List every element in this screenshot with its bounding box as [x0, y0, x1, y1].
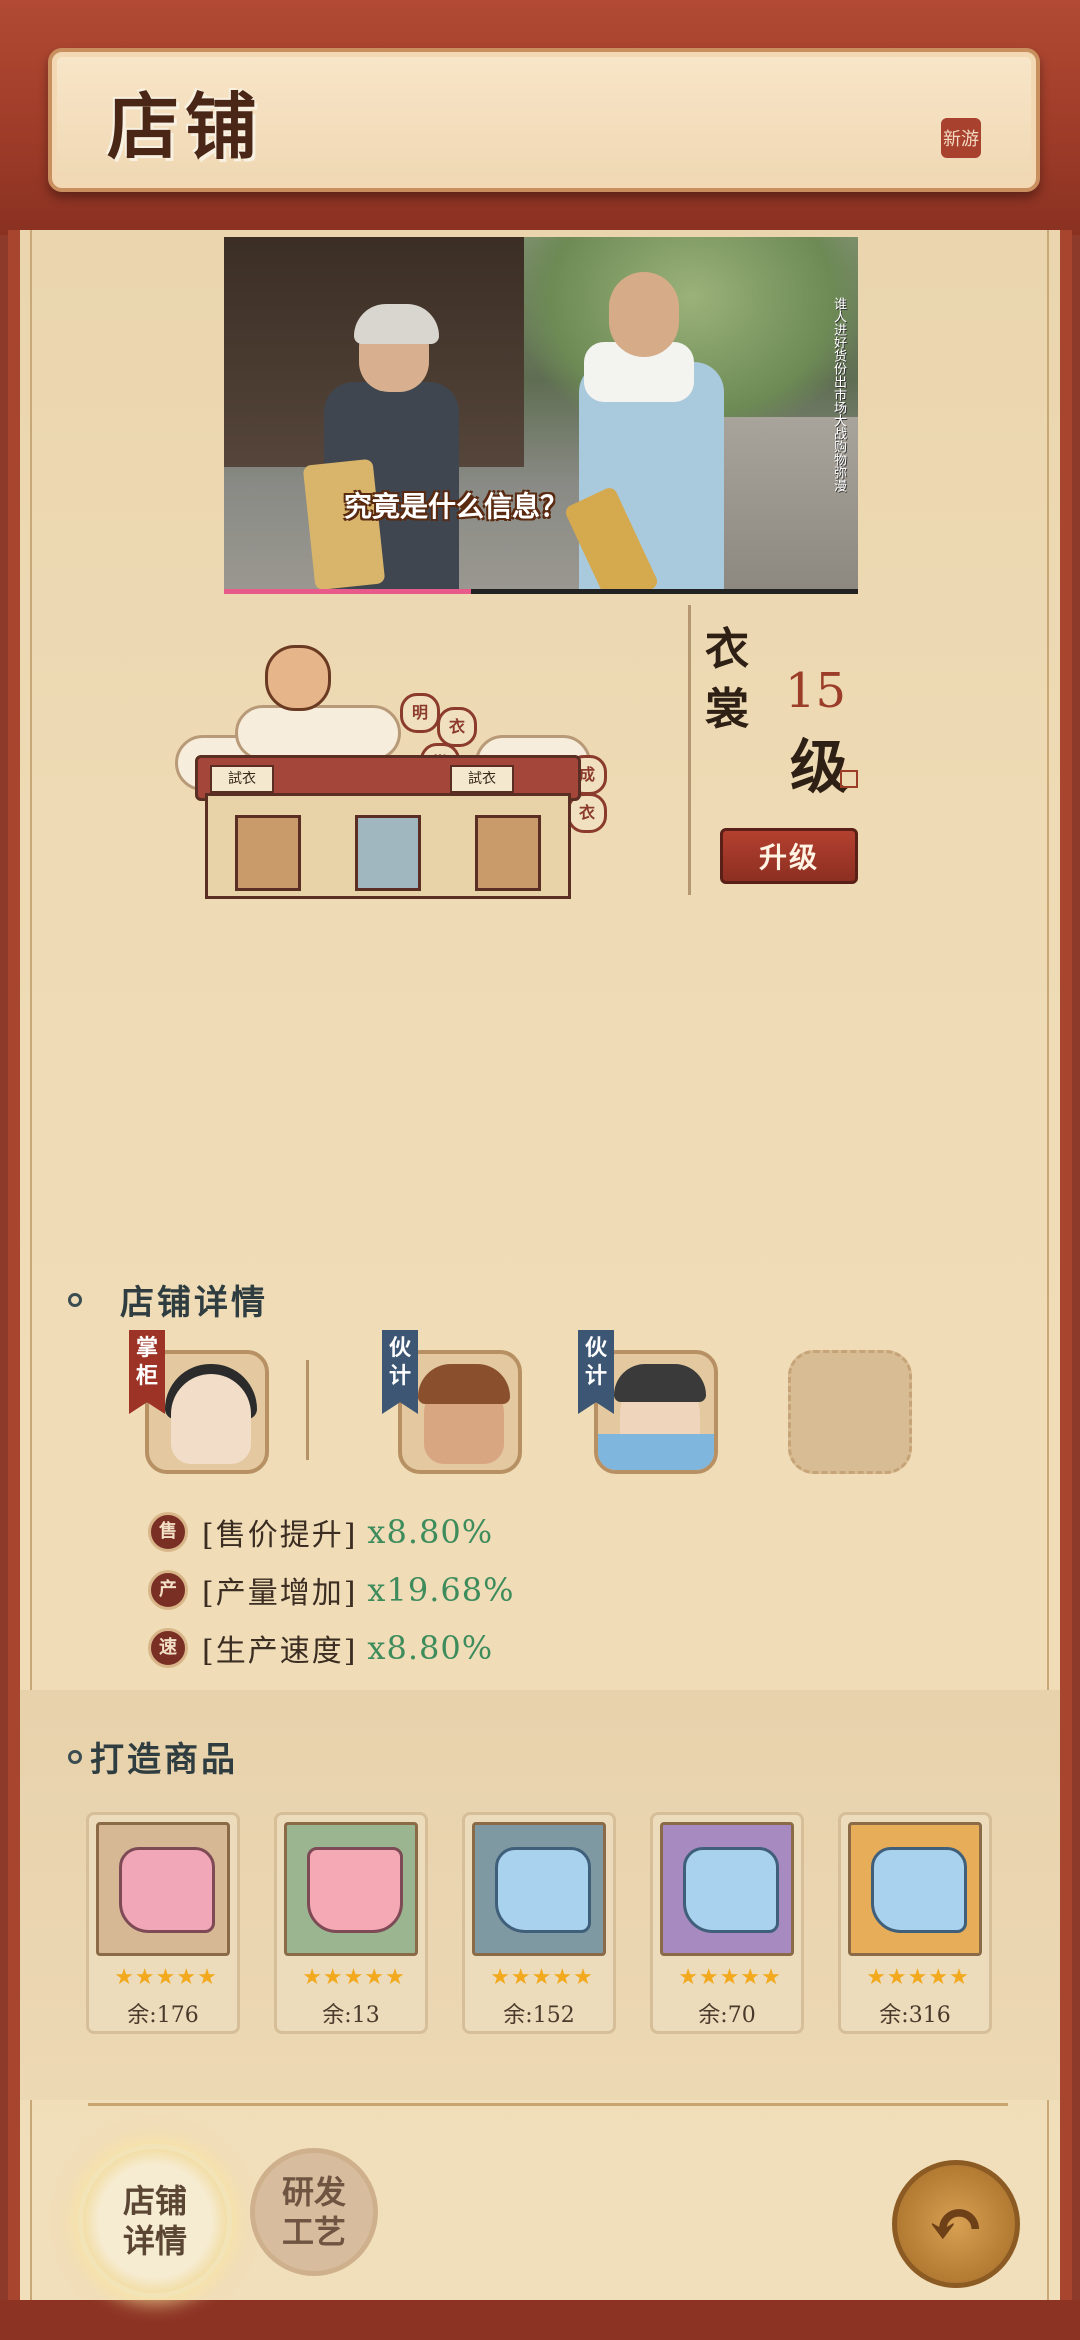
details-title: 店铺详情	[120, 1283, 268, 1323]
speed-buff-icon: 速	[148, 1628, 188, 1668]
details-section-header: 店铺详情	[68, 1275, 268, 1324]
panel-divider	[688, 605, 691, 895]
video-progress-bar[interactable]	[224, 589, 858, 594]
staff-tag: 伙计	[578, 1330, 614, 1414]
blue-cloth-icon	[660, 1822, 794, 1956]
video-overlay[interactable]: 究竟是什么信息？ 谁人进好货份出市场大战购物弥漫	[224, 237, 858, 594]
nav-shop-details-button[interactable]: 店铺 详情	[78, 2144, 232, 2298]
item-count: 余:316	[879, 2003, 951, 2028]
top-bar: 店铺 新游	[0, 0, 1080, 235]
output-buff-icon: 产	[148, 1570, 188, 1610]
nav-research-button[interactable]: 研发 工艺	[250, 2148, 378, 2276]
staff-tag: 伙计	[382, 1330, 418, 1414]
craft-item-3[interactable]: ★★★★★ 余:152	[462, 1812, 616, 2034]
item-count: 余:152	[503, 2003, 575, 2028]
shop-illustration: 明 衣 裳 成 衣 試衣 試衣	[175, 645, 615, 905]
video-person-right	[563, 272, 724, 594]
shop-name: 衣裳	[705, 624, 749, 735]
star-rating: ★★★★★	[678, 1965, 782, 1990]
pink-skirt-icon	[284, 1822, 418, 1956]
video-person-left	[302, 304, 459, 594]
star-rating: ★★★★★	[114, 1965, 218, 1990]
title-plate: 店铺 新游	[48, 48, 1040, 192]
star-rating: ★★★★★	[866, 1965, 970, 1990]
staff-tag: 掌柜	[129, 1330, 165, 1414]
item-count: 余:13	[322, 2003, 380, 2028]
staff-separator	[306, 1360, 309, 1460]
star-rating: ★★★★★	[302, 1965, 406, 1990]
star-rating: ★★★★★	[490, 1965, 594, 1990]
bullet-icon	[68, 1292, 82, 1307]
video-side-text: 谁人进好货份出市场大战购物弥漫	[831, 297, 846, 492]
bullet-icon	[68, 1749, 82, 1764]
craft-item-1[interactable]: ★★★★★ 余:176	[86, 1812, 240, 2034]
craft-item-2[interactable]: ★★★★★ 余:13	[274, 1812, 428, 2034]
shop-level-unit: 级	[790, 733, 849, 801]
craft-title: 打造商品	[90, 1740, 238, 1780]
staff-slot-manager[interactable]: 掌柜	[129, 1330, 269, 1474]
item-count: 余:176	[127, 2003, 199, 2028]
blue-cloth-icon	[472, 1822, 606, 1956]
small-seal-icon	[840, 770, 858, 788]
shop-level: 15	[785, 663, 847, 719]
craft-item-4[interactable]: ★★★★★ 余:70	[650, 1812, 804, 2034]
upgrade-button[interactable]: 升级	[720, 828, 858, 884]
seal-icon: 新游	[941, 118, 981, 158]
video-progress-fill	[224, 589, 472, 594]
divider-line	[88, 2103, 1008, 2106]
blue-cloth-icon	[848, 1822, 982, 1956]
back-arrow-icon: ↶	[926, 2182, 986, 2266]
staff-slot-empty[interactable]	[788, 1350, 912, 1474]
buff-row-speed: 速 [生产速度] x8.80%	[148, 1626, 493, 1670]
buff-row-price: 售 [售价提升] x8.80%	[148, 1510, 493, 1554]
pink-robe-icon	[96, 1822, 230, 1956]
video-caption: 究竟是什么信息？	[344, 490, 569, 523]
buff-row-output: 产 [产量增加] x19.68%	[148, 1568, 514, 1612]
craft-item-5[interactable]: ★★★★★ 余:316	[838, 1812, 992, 2034]
fairy-icon	[265, 645, 331, 711]
item-count: 余:70	[698, 2003, 756, 2028]
price-buff-icon: 售	[148, 1512, 188, 1552]
bottom-bar	[0, 2300, 1080, 2340]
craft-section-header: 打造商品	[68, 1732, 238, 1781]
page-title: 店铺	[107, 84, 264, 169]
staff-slot-clerk-2[interactable]: 伙计	[578, 1330, 718, 1474]
back-button[interactable]: ↶	[892, 2160, 1020, 2288]
staff-slot-clerk-1[interactable]: 伙计	[382, 1330, 522, 1474]
